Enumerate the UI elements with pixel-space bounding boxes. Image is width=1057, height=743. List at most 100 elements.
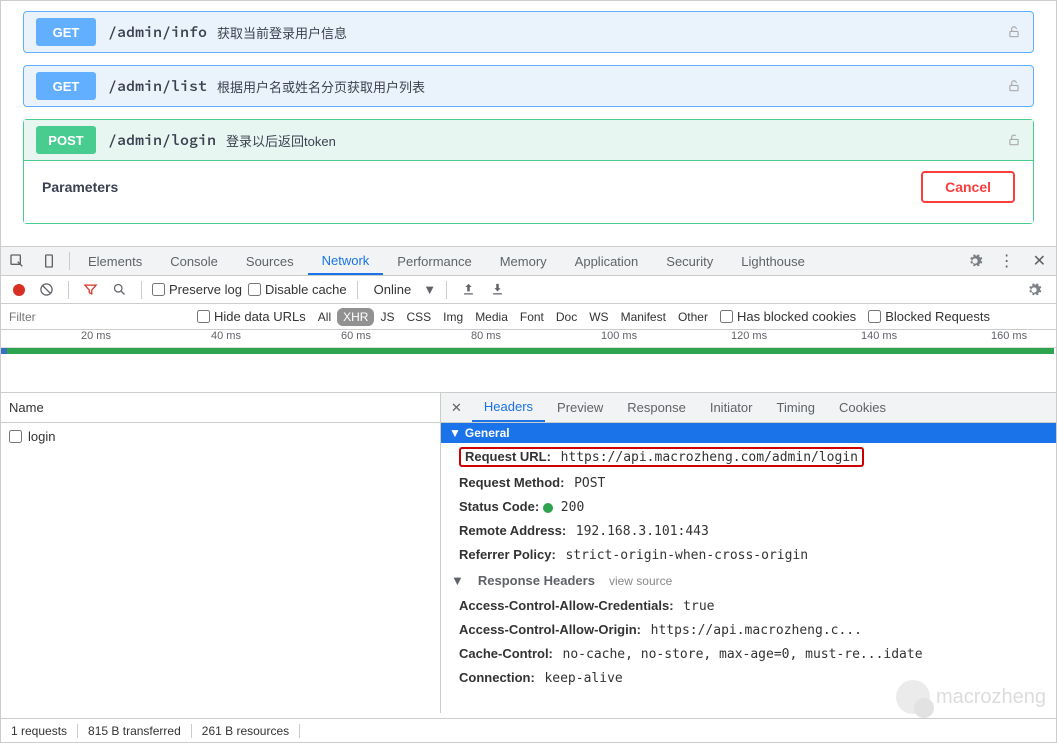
- type-filter-other[interactable]: Other: [672, 308, 714, 326]
- header-row: Status Code: 200: [441, 495, 1056, 519]
- separator: [357, 281, 358, 299]
- separator: [141, 281, 142, 299]
- timeline-tick: 160 ms: [991, 330, 1027, 342]
- api-path: /admin/login: [108, 131, 216, 150]
- disable-cache-checkbox[interactable]: Disable cache: [248, 282, 347, 297]
- filter-bar: Hide data URLs AllXHRJSCSSImgMediaFontDo…: [1, 304, 1056, 330]
- http-method-badge: GET: [36, 72, 96, 100]
- timeline-overview[interactable]: [1, 348, 1056, 393]
- wechat-icon: [896, 680, 930, 714]
- hide-data-urls-checkbox[interactable]: Hide data URLs: [191, 309, 312, 324]
- chevron-down-icon[interactable]: ▼: [423, 282, 436, 297]
- tab-memory[interactable]: Memory: [486, 247, 561, 275]
- upload-har-icon[interactable]: [457, 282, 480, 297]
- timeline-tick: 40 ms: [211, 330, 241, 342]
- tab-application[interactable]: Application: [561, 247, 653, 275]
- gear-icon[interactable]: [1020, 282, 1048, 298]
- timeline-tick: 120 ms: [731, 330, 767, 342]
- col-name-header[interactable]: Name: [1, 393, 440, 423]
- timeline-tick: 20 ms: [81, 330, 111, 342]
- download-har-icon[interactable]: [486, 282, 509, 297]
- more-icon[interactable]: ⋮: [991, 251, 1023, 271]
- record-button[interactable]: [13, 284, 25, 296]
- subtab-timing[interactable]: Timing: [764, 393, 827, 422]
- devtools-tabs: ElementsConsoleSourcesNetworkPerformance…: [1, 246, 1056, 276]
- header-row: Access-Control-Allow-Origin: https://api…: [441, 618, 1056, 642]
- close-detail-icon[interactable]: ✕: [441, 400, 472, 416]
- tab-elements[interactable]: Elements: [74, 247, 156, 275]
- tab-lighthouse[interactable]: Lighthouse: [727, 247, 819, 275]
- unlock-icon: [1007, 133, 1021, 147]
- filter-input[interactable]: [1, 310, 191, 324]
- type-filter-img[interactable]: Img: [437, 308, 469, 326]
- throttling-select[interactable]: Online: [368, 282, 418, 297]
- subtab-cookies[interactable]: Cookies: [827, 393, 898, 422]
- type-filter-font[interactable]: Font: [514, 308, 550, 326]
- subtab-initiator[interactable]: Initiator: [698, 393, 765, 422]
- api-op-get-list[interactable]: GET /admin/list 根据用户名或姓名分页获取用户列表: [23, 65, 1034, 107]
- caret-down-icon: ▼: [451, 573, 464, 588]
- api-desc: 获取当前登录用户信息: [217, 23, 347, 42]
- cancel-button[interactable]: Cancel: [921, 171, 1015, 203]
- has-blocked-cookies-checkbox[interactable]: Has blocked cookies: [714, 309, 862, 324]
- separator: [446, 281, 447, 299]
- search-icon[interactable]: [108, 282, 131, 297]
- http-method-badge: GET: [36, 18, 96, 46]
- tab-sources[interactable]: Sources: [232, 247, 308, 275]
- type-filter-all[interactable]: All: [312, 308, 337, 326]
- api-op-post-login: POST /admin/login 登录以后返回token Parameters…: [23, 119, 1034, 224]
- header-row: Request Method: POST: [441, 471, 1056, 495]
- close-icon[interactable]: ✕: [1023, 251, 1056, 271]
- subtab-preview[interactable]: Preview: [545, 393, 615, 422]
- type-filter-manifest[interactable]: Manifest: [615, 308, 672, 326]
- separator: [68, 281, 69, 299]
- filter-icon[interactable]: [79, 282, 102, 297]
- header-row: Cache-Control: no-cache, no-store, max-a…: [441, 642, 1056, 666]
- type-filter-media[interactable]: Media: [469, 308, 514, 326]
- view-source-link[interactable]: view source: [609, 574, 672, 588]
- lock-icon: [1007, 25, 1021, 39]
- api-desc: 根据用户名或姓名分页获取用户列表: [217, 77, 425, 96]
- device-icon[interactable]: [33, 253, 65, 269]
- request-name: login: [28, 429, 55, 444]
- timeline-tick: 140 ms: [861, 330, 897, 342]
- blocked-requests-checkbox[interactable]: Blocked Requests: [862, 309, 996, 324]
- tab-network[interactable]: Network: [308, 247, 384, 275]
- request-detail: ✕ HeadersPreviewResponseInitiatorTimingC…: [441, 393, 1056, 713]
- api-path: /admin/info: [108, 23, 207, 42]
- preserve-log-checkbox[interactable]: Preserve log: [152, 282, 242, 297]
- lock-icon: [1007, 79, 1021, 93]
- response-headers-header[interactable]: ▼ Response Headers view source: [441, 567, 1056, 594]
- tab-security[interactable]: Security: [652, 247, 727, 275]
- type-filter-js[interactable]: JS: [374, 308, 400, 326]
- api-op-header[interactable]: POST /admin/login 登录以后返回token: [23, 119, 1034, 161]
- network-toolbar: Preserve log Disable cache Online ▼: [1, 276, 1056, 304]
- watermark: macrozheng: [896, 680, 1046, 714]
- subtab-response[interactable]: Response: [615, 393, 698, 422]
- request-row[interactable]: login: [1, 423, 440, 450]
- header-row: Remote Address: 192.168.3.101:443: [441, 519, 1056, 543]
- tab-performance[interactable]: Performance: [383, 247, 485, 275]
- timeline-tick: 80 ms: [471, 330, 501, 342]
- inspect-icon[interactable]: [1, 253, 33, 269]
- gear-icon[interactable]: [959, 253, 991, 269]
- status-requests: 1 requests: [1, 724, 78, 738]
- api-desc: 登录以后返回token: [226, 131, 336, 150]
- row-checkbox[interactable]: [9, 430, 22, 443]
- caret-down-icon: ▼: [449, 426, 461, 440]
- timeline-segment: [1, 348, 7, 354]
- general-section-header[interactable]: ▼ General: [441, 423, 1056, 443]
- type-filter-css[interactable]: CSS: [400, 308, 437, 326]
- timeline-tick: 100 ms: [601, 330, 637, 342]
- type-filter-ws[interactable]: WS: [583, 308, 614, 326]
- header-row: Access-Control-Allow-Credentials: true: [441, 594, 1056, 618]
- type-filter-xhr[interactable]: XHR: [337, 308, 374, 326]
- status-transferred: 815 B transferred: [78, 724, 192, 738]
- tab-console[interactable]: Console: [156, 247, 232, 275]
- subtab-headers[interactable]: Headers: [472, 393, 545, 422]
- api-op-get-info[interactable]: GET /admin/info 获取当前登录用户信息: [23, 11, 1034, 53]
- clear-icon[interactable]: [35, 282, 58, 297]
- status-bar: 1 requests 815 B transferred 261 B resou…: [1, 718, 1056, 742]
- type-filter-doc[interactable]: Doc: [550, 308, 583, 326]
- timeline-ruler: 20 ms40 ms60 ms80 ms100 ms120 ms140 ms16…: [1, 330, 1056, 348]
